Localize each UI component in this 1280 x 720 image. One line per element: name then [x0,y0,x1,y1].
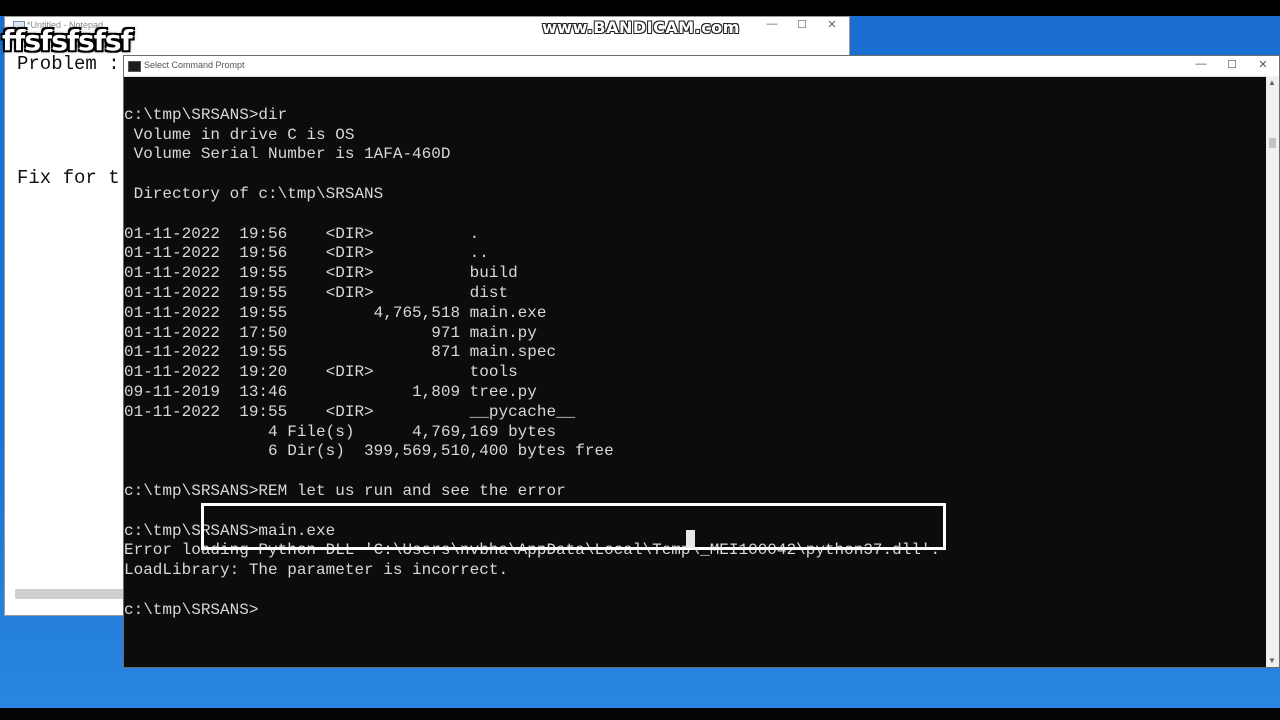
cmd-close-button[interactable]: ✕ [1248,58,1278,71]
overlay-label: ffsfsfsfsf [2,24,133,57]
cmd-icon [128,61,141,72]
console-line: Volume Serial Number is 1AFA-460D [124,145,451,164]
scroll-down-arrow-icon[interactable]: ▼ [1268,656,1276,665]
console-line: c:\tmp\SRSANS>dir [124,105,288,124]
highlight-box [201,503,946,550]
taskbar-edge [0,708,1280,720]
notepad-line: Fix for t [17,167,120,189]
console-line: 01-11-2022 19:55 871 main.spec [124,343,557,362]
console-line: 01-11-2022 19:55 <DIR> build [124,264,518,283]
scrollbar-thumb[interactable] [1269,138,1276,148]
console-line: 09-11-2019 13:46 1,809 tree.py [124,383,537,401]
console-line: LoadLibrary: The parameter is incorrect. [124,561,509,580]
console-line: 01-11-2022 19:55 <DIR> dist [124,284,509,302]
console-line: Volume in drive C is OS [124,125,355,144]
cmd-title: Select Command Prompt [144,60,245,70]
console-line: 01-11-2022 19:55 <DIR> __pycache__ [124,402,576,421]
console-line: c:\tmp\SRSANS> [124,600,259,619]
scroll-up-arrow-icon[interactable]: ▲ [1268,78,1276,87]
console-line: 01-11-2022 17:50 971 main.py [124,323,537,342]
console-line: 4 File(s) 4,769,169 bytes [124,422,557,441]
console-line: Directory of c:\tmp\SRSANS [124,185,384,203]
console-line: 01-11-2022 19:56 <DIR> . [124,224,480,243]
console-line: 01-11-2022 19:55 4,765,518 main.exe [124,303,547,322]
cmd-minimize-button[interactable]: — [1186,58,1216,70]
console-output[interactable]: c:\tmp\SRSANS>dir Volume in drive C is O… [124,76,1266,667]
cmd-maximize-button[interactable]: ☐ [1217,58,1247,71]
command-prompt-window[interactable]: Select Command Prompt — ☐ ✕ c:\tmp\SRSAN… [123,55,1280,668]
notepad-maximize-button[interactable]: ☐ [787,18,817,31]
console-line: 01-11-2022 19:20 <DIR> tools [124,363,518,382]
bandicam-watermark: www.BANDICAM.com [542,18,740,37]
console-line: 6 Dir(s) 399,569,510,400 bytes free [124,442,614,461]
console-line: 01-11-2022 19:56 <DIR> .. [124,244,489,263]
cmd-vertical-scrollbar[interactable]: ▲ ▼ [1266,76,1279,667]
notepad-horizontal-scrollbar[interactable] [15,589,135,599]
text-cursor [686,530,695,548]
console-line: c:\tmp\SRSANS>REM let us run and see the… [124,482,566,500]
notepad-close-button[interactable]: ✕ [817,18,847,31]
cmd-titlebar[interactable]: Select Command Prompt — ☐ ✕ [124,56,1279,77]
notepad-minimize-button[interactable]: — [757,18,787,30]
